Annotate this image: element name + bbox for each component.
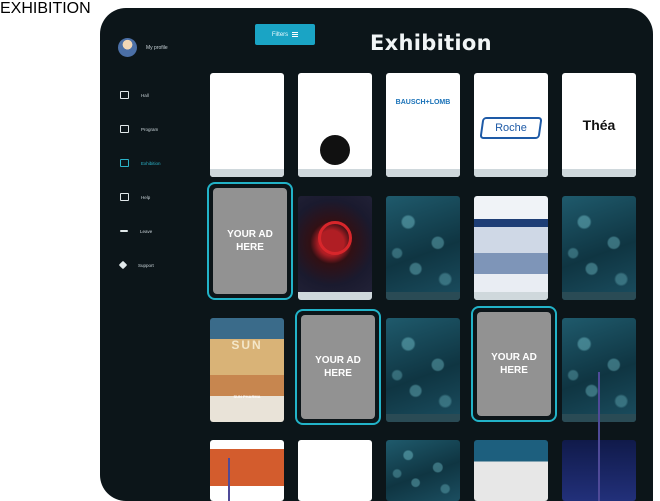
exhibitor-card-thea[interactable]: Théa	[562, 73, 636, 177]
card-caption	[210, 169, 284, 177]
card-caption	[298, 292, 372, 300]
sun-logo: SUN	[231, 338, 263, 352]
ad-label-line1: YOUR AD	[491, 352, 537, 363]
sidebar-item-label: Program	[141, 126, 159, 132]
thea-logo: Théa	[582, 117, 616, 133]
menu-icon	[292, 32, 299, 37]
sidebar-item-label: Support	[138, 262, 154, 268]
grid-icon	[120, 91, 129, 99]
exhibitor-card[interactable]	[210, 73, 284, 177]
exhibitor-card-bausch[interactable]: BAUSCH+LOMB	[386, 73, 460, 177]
vertical-title-area: EXHIBITION	[0, 0, 91, 501]
sidebar-item-label: Hall	[141, 92, 149, 98]
avatar[interactable]	[118, 38, 137, 57]
ad-placeholder[interactable]: YOUR AD HERE	[477, 312, 551, 416]
exhibitor-card-sun[interactable]: SUN SUN PHARMA	[210, 318, 284, 422]
roche-logo: Roche	[495, 122, 527, 134]
sidebar-item-label: Leave	[140, 228, 153, 234]
ad-label-line1: YOUR AD	[227, 229, 273, 240]
exit-icon	[120, 230, 128, 232]
card-caption	[562, 169, 636, 177]
pointer-line	[598, 372, 600, 501]
tablet-screen: My profile Hall Program Exhibition Help …	[100, 8, 653, 501]
sidebar-item-program[interactable]: Program	[120, 112, 161, 146]
sidebar-nav: Hall Program Exhibition Help Leave Suppo…	[118, 78, 161, 282]
sidebar-item-help[interactable]: Help	[120, 180, 161, 214]
profile-name: My profile	[146, 44, 168, 51]
exhibitor-card[interactable]	[562, 196, 636, 300]
page-title: Exhibition	[370, 31, 492, 55]
filters-label: Filters	[271, 31, 289, 38]
sidebar-item-label: Exhibition	[141, 160, 161, 166]
vertical-title: EXHIBITION	[0, 0, 91, 17]
pointer-line	[228, 458, 230, 501]
sidebar-item-exhibition[interactable]: Exhibition	[120, 146, 161, 180]
card-caption	[474, 292, 548, 300]
sidebar-item-label: Help	[141, 194, 151, 200]
card-caption	[386, 169, 460, 177]
exhibitor-card[interactable]	[298, 196, 372, 300]
exhibitor-card[interactable]	[298, 73, 372, 177]
exhibitor-card[interactable]	[386, 440, 460, 501]
book-icon	[120, 193, 129, 201]
sidebar-item-hall[interactable]: Hall	[120, 78, 161, 112]
exhibitor-card[interactable]	[386, 196, 460, 300]
card-caption	[474, 169, 548, 177]
logo-circle	[320, 135, 350, 165]
exhibitor-card[interactable]	[386, 318, 460, 422]
bausch-logo: BAUSCH+LOMB	[395, 99, 451, 106]
card-caption	[386, 292, 460, 300]
card-caption	[298, 169, 372, 177]
sidebar-item-leave[interactable]: Leave	[120, 214, 161, 248]
ad-label-line1: YOUR AD	[315, 355, 361, 366]
sidebar-item-support[interactable]: Support	[118, 248, 161, 282]
filters-button[interactable]: Filters	[255, 24, 315, 45]
exhibitor-card[interactable]	[474, 440, 548, 501]
ad-label-line2: HERE	[236, 242, 264, 253]
exhibition-icon	[120, 159, 129, 167]
card-caption	[386, 414, 460, 422]
exhibitor-card[interactable]	[298, 440, 372, 501]
calendar-icon	[120, 125, 129, 133]
badge-ring-icon	[318, 221, 352, 255]
ad-placeholder[interactable]: YOUR AD HERE	[213, 188, 287, 294]
profile[interactable]: My profile	[118, 38, 168, 57]
exhibitor-card[interactable]	[210, 440, 284, 501]
exhibition-promo: EXHIBITION My profile Hall Program Exhib…	[0, 0, 660, 501]
ad-placeholder[interactable]: YOUR AD HERE	[301, 315, 375, 419]
support-icon	[118, 260, 128, 270]
card-caption	[562, 292, 636, 300]
ad-label-line2: HERE	[500, 365, 528, 376]
exhibitor-card[interactable]	[474, 196, 548, 300]
exhibitor-card-roche[interactable]: Roche	[474, 73, 548, 177]
sun-caption: SUN PHARMA	[233, 394, 261, 399]
sidebar: My profile Hall Program Exhibition Help …	[100, 8, 208, 501]
ad-label-line2: HERE	[324, 368, 352, 379]
